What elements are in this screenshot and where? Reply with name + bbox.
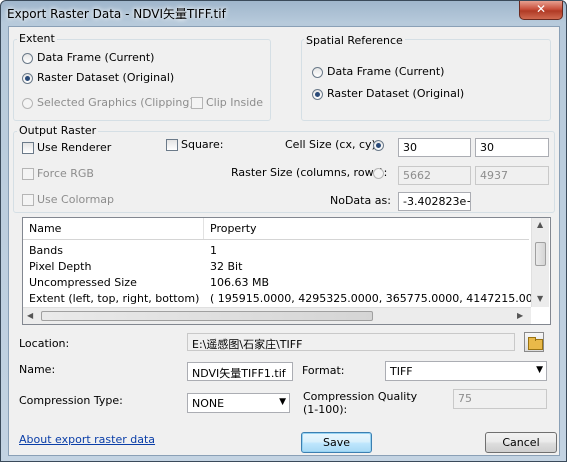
dialog-window: Export Raster Data - NDVI矢量TIFF.tif ✕ Ex… (0, 0, 567, 462)
properties-header: Name Property (23, 218, 529, 240)
force-rgb-label: Force RGB (37, 167, 94, 180)
nodata-label: NoData as: (330, 194, 391, 207)
format-value: TIFF (390, 365, 413, 378)
compression-quality-label-line2: (1-100): (303, 403, 348, 416)
square-label[interactable]: Square: (181, 138, 223, 151)
chevron-down-icon: ▼ (279, 397, 286, 407)
raster-columns-input: 5662 (398, 166, 471, 185)
cell-size-label: Cell Size (cx, cy): (285, 138, 380, 151)
scroll-up-icon[interactable]: ▲ (537, 220, 543, 229)
clip-inside-label: Clip Inside (206, 96, 264, 109)
compression-quality-input: 75 (453, 389, 547, 409)
property-row: Pixel Depth 32 Bit (23, 259, 529, 275)
window-title: Export Raster Data - NDVI矢量TIFF.tif (7, 7, 226, 21)
property-row: Extent (left, top, right, bottom) ( 1959… (23, 291, 550, 307)
use-renderer-checkbox[interactable] (22, 142, 34, 154)
cell-size-radio[interactable] (373, 140, 384, 151)
use-renderer-label[interactable]: Use Renderer (37, 141, 111, 154)
horizontal-scrollbar[interactable]: ◀ ▶ (23, 307, 531, 324)
property-value: 106.63 MB (210, 276, 270, 289)
spatial-raster-dataset-label[interactable]: Raster Dataset (Original) (327, 87, 464, 100)
raster-size-radio[interactable] (373, 168, 384, 179)
extent-selected-graphics-label: Selected Graphics (Clipping) (37, 96, 194, 109)
use-colormap-checkbox (22, 194, 34, 206)
name-label: Name: (19, 363, 56, 376)
extent-data-frame-label[interactable]: Data Frame (Current) (37, 51, 154, 64)
spatial-reference-group-label: Spatial Reference (304, 34, 405, 47)
extent-selected-graphics-radio (22, 98, 33, 109)
property-name: Pixel Depth (29, 260, 92, 273)
about-export-raster-link[interactable]: About export raster data (19, 433, 155, 446)
chevron-down-icon: ▼ (536, 365, 543, 375)
scroll-left-icon[interactable]: ◀ (27, 311, 33, 320)
location-label: Location: (19, 337, 70, 350)
close-button[interactable]: ✕ (519, 1, 563, 20)
cancel-button[interactable]: Cancel (485, 432, 557, 453)
property-value: 1 (210, 244, 217, 257)
vertical-scroll-thumb[interactable] (535, 242, 546, 266)
format-select[interactable]: TIFF ▼ (385, 361, 547, 381)
scroll-right-icon[interactable]: ▶ (517, 311, 523, 320)
property-name: Extent (left, top, right, bottom) (29, 292, 200, 305)
clip-inside-checkbox (191, 97, 203, 109)
property-name: Uncompressed Size (29, 276, 137, 289)
extent-raster-dataset-radio[interactable] (22, 73, 33, 84)
compression-quality-label: Compression Quality (1-100): (303, 390, 417, 416)
output-raster-group-label: Output Raster (17, 124, 99, 137)
compression-type-value: NONE (192, 397, 225, 410)
compression-type-select[interactable]: NONE ▼ (187, 393, 290, 413)
cell-size-cx-input[interactable]: 30 (398, 138, 471, 157)
spatial-raster-dataset-radio[interactable] (312, 89, 323, 100)
compression-quality-label-line1: Compression Quality (303, 390, 418, 403)
spatial-data-frame-radio[interactable] (312, 67, 323, 78)
cell-size-cy-input[interactable]: 30 (475, 138, 549, 157)
extent-group-label: Extent (17, 32, 57, 45)
compression-type-label: Compression Type: (19, 394, 123, 407)
scroll-down-icon[interactable]: ▼ (537, 294, 543, 303)
horizontal-scroll-thumb[interactable] (41, 311, 373, 321)
property-value: 32 Bit (210, 260, 243, 273)
title-bar[interactable]: Export Raster Data - NDVI矢量TIFF.tif ✕ (1, 1, 566, 25)
force-rgb-checkbox (22, 168, 34, 180)
extent-data-frame-radio[interactable] (22, 53, 33, 64)
spatial-reference-group (301, 39, 551, 121)
spatial-data-frame-label[interactable]: Data Frame (Current) (327, 65, 444, 78)
property-value: ( 195915.0000, 4295325.0000, 365775.0000… (210, 292, 551, 305)
raster-size-label: Raster Size (columns, rows): (231, 166, 388, 179)
dialog-body: Extent Data Frame (Current) Raster Datas… (8, 26, 560, 456)
name-column-header[interactable]: Name (29, 222, 61, 235)
raster-rows-input: 4937 (475, 166, 549, 185)
nodata-input[interactable]: -3.402823e+0 (398, 192, 471, 211)
properties-grid: Name Property Bands 1 Pixel Depth 32 Bit… (22, 217, 551, 325)
use-colormap-label: Use Colormap (37, 193, 115, 206)
vertical-scrollbar[interactable]: ▲ ▼ (531, 218, 549, 307)
name-input[interactable]: NDVI矢量TIFF1.tif (187, 362, 293, 381)
folder-open-icon[interactable] (524, 332, 544, 352)
property-row: Uncompressed Size 106.63 MB (23, 275, 529, 291)
property-name: Bands (29, 244, 63, 257)
extent-raster-dataset-label[interactable]: Raster Dataset (Original) (37, 71, 174, 84)
property-column-header[interactable]: Property (210, 222, 257, 235)
save-button[interactable]: Save (301, 432, 372, 453)
format-label: Format: (302, 364, 345, 377)
property-row: Bands 1 (23, 243, 529, 259)
square-checkbox[interactable] (166, 139, 178, 151)
location-field: E:\遥感图\石家庄\TIFF (187, 333, 515, 351)
